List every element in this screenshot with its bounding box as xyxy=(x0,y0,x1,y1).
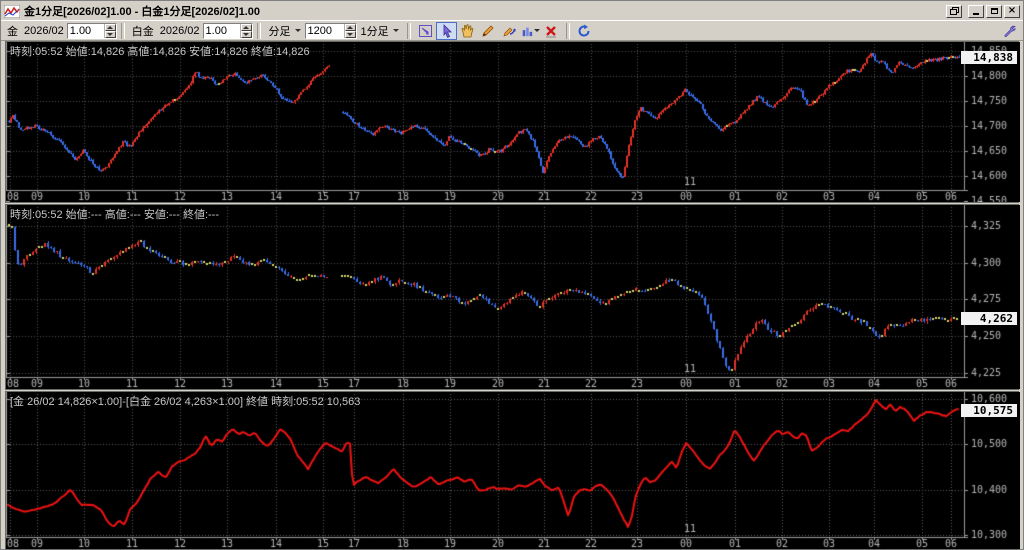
platinum-ratio-input[interactable] xyxy=(203,23,240,38)
close-icon: × xyxy=(1007,5,1017,16)
chevron-down-icon xyxy=(392,29,399,32)
pencil-draw-button[interactable] xyxy=(478,22,499,40)
delete-drawings-button[interactable] xyxy=(541,22,562,40)
gold-contract-month: 2026/02 xyxy=(24,24,64,37)
chevron-down-icon xyxy=(294,29,301,32)
platinum-ratio-spinbox[interactable] xyxy=(202,22,253,39)
platinum-candlestick-chart[interactable] xyxy=(6,205,1020,389)
chevron-down-icon xyxy=(533,29,540,32)
trendline-draw-button[interactable] xyxy=(499,22,520,40)
maximize-icon xyxy=(990,8,998,14)
maximize-button[interactable] xyxy=(986,4,1002,18)
gold-ratio-spinbox[interactable] xyxy=(66,22,117,39)
chart-type-icon xyxy=(522,27,532,36)
spread-chart-panel: [金 26/02 14,826×1.00]-[白金 26/02 4,263×1.… xyxy=(5,391,1020,550)
spread-last-price-badge: 10,575 xyxy=(961,404,1017,417)
app-icon xyxy=(3,4,21,18)
title-bar: 金1分足[2026/02]1.00 - 白金1分足[2026/02]1.00 × xyxy=(1,1,1023,20)
gold-ratio-input[interactable] xyxy=(67,23,104,38)
toolbar-separator xyxy=(256,22,261,39)
wrench-settings-icon xyxy=(1003,25,1016,37)
bar-count-spinbox[interactable] xyxy=(304,22,357,39)
platinum-last-price-badge: 4,262 xyxy=(961,312,1017,325)
chart-window: 金1分足[2026/02]1.00 - 白金1分足[2026/02]1.00 ×… xyxy=(0,0,1024,550)
bar-count-up-button[interactable] xyxy=(344,23,356,31)
wrench-settings-button[interactable] xyxy=(999,22,1020,40)
bar-count-down-button[interactable] xyxy=(344,30,356,38)
trendline-draw-icon xyxy=(503,27,516,37)
gold-chart-panel: 時刻:05:52 始値:14,826 高値:14,826 安値:14,826 終… xyxy=(5,41,1020,203)
close-button[interactable]: × xyxy=(1004,4,1020,18)
hand-pan-icon xyxy=(461,23,473,37)
bar-type-label: 分足 xyxy=(268,25,291,38)
delete-drawings-icon xyxy=(546,25,557,37)
spread-line-chart[interactable] xyxy=(6,392,1020,549)
platinum-chart-panel: 時刻:05:52 始値:--- 高値:--- 安値:--- 終値:--- 4,2… xyxy=(5,204,1020,390)
platinum-ratio-up-button[interactable] xyxy=(240,23,252,31)
toolbar-separator xyxy=(565,22,570,39)
pencil-draw-icon xyxy=(482,24,494,37)
window-title: 金1分足[2026/02]1.00 - 白金1分足[2026/02]1.00 xyxy=(24,6,261,18)
toolbar-separator xyxy=(120,22,125,39)
platinum-symbol-label: 白金 xyxy=(131,25,154,38)
bar-period-label: 1分足 xyxy=(360,25,389,38)
gold-ratio-up-button[interactable] xyxy=(104,23,116,31)
refresh-icon xyxy=(578,24,590,37)
toolbar: 金 2026/02 白金 2026/02 分足 1分足 xyxy=(1,20,1023,41)
cursor-select-button[interactable] xyxy=(435,21,457,40)
bar-type-dropdown[interactable]: 分足 xyxy=(265,23,305,39)
bar-period-dropdown[interactable]: 1分足 xyxy=(357,23,403,39)
restore-window-button[interactable] xyxy=(946,4,962,18)
gold-symbol-label: 金 xyxy=(7,25,18,38)
gold-last-price-badge: 14,838 xyxy=(961,51,1017,64)
hand-pan-button[interactable] xyxy=(457,22,478,40)
chart-panels: 時刻:05:52 始値:14,826 高値:14,826 安値:14,826 終… xyxy=(1,41,1023,550)
gold-candlestick-chart[interactable] xyxy=(6,42,1020,202)
cascade-icon xyxy=(949,7,959,15)
platinum-ratio-down-button[interactable] xyxy=(240,30,252,38)
minimize-icon xyxy=(973,13,979,15)
axis-settings-icon xyxy=(418,24,432,37)
cursor-select-icon xyxy=(443,23,452,38)
chart-type-button[interactable] xyxy=(520,22,541,40)
axis-settings-button[interactable] xyxy=(415,22,436,40)
platinum-contract-month: 2026/02 xyxy=(159,24,200,37)
toolbar-separator xyxy=(406,22,411,39)
refresh-button[interactable] xyxy=(574,22,595,40)
bar-count-input[interactable] xyxy=(305,23,344,38)
gold-ratio-down-button[interactable] xyxy=(104,30,116,38)
minimize-button[interactable] xyxy=(968,4,984,18)
